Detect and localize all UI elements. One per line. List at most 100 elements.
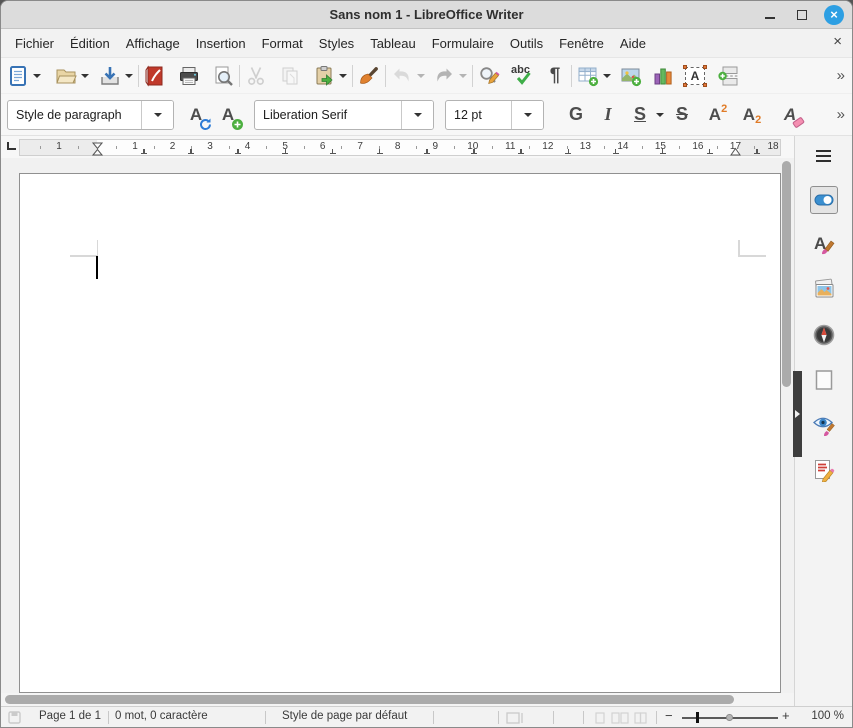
save-icon (99, 65, 121, 87)
font-name-combobox[interactable]: Liberation Serif (254, 100, 434, 130)
vertical-scrollbar-thumb[interactable] (782, 161, 791, 387)
paragraph-style-dropdown[interactable] (141, 101, 173, 129)
menu-item-6[interactable]: Tableau (362, 32, 424, 55)
cut-button[interactable] (243, 63, 269, 89)
tab-stop-selector[interactable] (5, 140, 18, 153)
undo-dropdown[interactable] (415, 63, 427, 89)
sidebar-settings-button[interactable] (810, 142, 838, 170)
sidebar-tab-gallery[interactable] (810, 275, 838, 303)
chevron-down-icon (125, 74, 133, 78)
paste-button[interactable] (311, 63, 337, 89)
menu-item-7[interactable]: Formulaire (424, 32, 502, 55)
toolbar-overflow-button[interactable]: » (829, 67, 852, 84)
menu-item-1[interactable]: Édition (62, 32, 118, 55)
minimize-button[interactable] (760, 5, 780, 25)
save-button[interactable] (97, 63, 123, 89)
sidebar-tab-properties[interactable] (810, 186, 838, 214)
bold-button[interactable]: G (562, 100, 590, 130)
sidebar-hide-button[interactable] (793, 371, 802, 457)
page-style[interactable]: Style de page par défaut (282, 710, 407, 722)
redo-button[interactable] (431, 63, 457, 89)
horizontal-scrollbar[interactable] (1, 693, 794, 706)
close-document-button[interactable]: × (833, 34, 842, 49)
open-dropdown[interactable] (79, 63, 91, 89)
insert-table-dropdown[interactable] (601, 63, 613, 89)
save-dropdown[interactable] (123, 63, 135, 89)
word-count[interactable]: 0 mot, 0 caractère (115, 710, 208, 722)
ruler-tick (717, 146, 718, 149)
insert-image-button[interactable] (618, 63, 644, 89)
sidebar-tab-navigator[interactable] (810, 321, 838, 349)
horizontal-scrollbar-thumb[interactable] (5, 695, 734, 704)
page-view-layout-icons[interactable] (595, 712, 647, 724)
underline-button[interactable]: S (626, 100, 654, 130)
find-replace-button[interactable] (476, 63, 502, 89)
horizontal-ruler[interactable]: 1123456789101112131415161718 (19, 139, 781, 156)
menu-item-2[interactable]: Affichage (118, 32, 188, 55)
clone-formatting-button[interactable] (356, 63, 382, 89)
print-button[interactable] (176, 63, 202, 89)
document-page[interactable] (19, 173, 781, 693)
menu-item-0[interactable]: Fichier (7, 32, 62, 55)
font-name-dropdown[interactable] (401, 101, 433, 129)
italic-button[interactable]: I (594, 100, 622, 130)
copy-button[interactable] (277, 63, 303, 89)
insert-textbox-button[interactable]: A (682, 63, 708, 89)
menu-item-3[interactable]: Insertion (188, 32, 254, 55)
titlebar[interactable]: Sans nom 1 - LibreOffice Writer × (1, 1, 852, 29)
window-controls: × (760, 1, 844, 29)
zoom-slider-notch (726, 714, 733, 721)
toolbar-overflow-button[interactable]: » (829, 106, 852, 123)
paste-dropdown[interactable] (337, 63, 349, 89)
menu-item-10[interactable]: Aide (612, 32, 654, 55)
update-style-button[interactable]: A (182, 100, 210, 130)
zoom-out-button[interactable]: − (665, 708, 673, 723)
indent-marker-right[interactable] (730, 147, 741, 156)
open-button[interactable] (53, 63, 79, 89)
paragraph-style-combobox[interactable]: Style de paragraph (7, 100, 174, 130)
sidebar-tab-style-inspector[interactable] (810, 411, 838, 439)
print-preview-button[interactable] (210, 63, 236, 89)
new-style-button[interactable]: A (214, 100, 242, 130)
ruler-tick (229, 146, 230, 149)
indent-marker-left[interactable] (92, 142, 103, 156)
menu-item-4[interactable]: Format (254, 32, 311, 55)
strikethrough-button[interactable]: S (668, 100, 696, 130)
maximize-button[interactable] (792, 5, 812, 25)
ruler-tick (642, 146, 643, 149)
redo-dropdown[interactable] (457, 63, 469, 89)
sidebar-tab-styles[interactable]: A (810, 230, 838, 258)
menu-item-8[interactable]: Outils (502, 32, 551, 55)
ruler-tick (78, 146, 79, 149)
clear-formatting-button[interactable]: A (776, 100, 804, 130)
sidebar-tab-page[interactable] (810, 366, 838, 394)
insert-page-break-button[interactable] (716, 63, 742, 89)
font-size-dropdown[interactable] (511, 101, 543, 129)
selection-mode-icon[interactable] (506, 712, 524, 724)
page-info[interactable]: Page 1 de 1 (39, 710, 101, 722)
cut-icon (245, 65, 267, 87)
new-document-dropdown[interactable] (31, 63, 43, 89)
zoom-level[interactable]: 100 % (811, 710, 844, 722)
spelling-button[interactable]: abc (509, 63, 535, 89)
menu-item-5[interactable]: Styles (311, 32, 362, 55)
undo-button[interactable] (389, 63, 415, 89)
text-boundary-corner-top-left (97, 240, 99, 256)
formatting-marks-button[interactable]: ¶ (542, 63, 568, 89)
zoom-slider-handle[interactable] (696, 712, 699, 723)
ruler-tick (116, 146, 117, 149)
paragraph-style-value: Style de paragraph (8, 108, 141, 122)
insert-chart-button[interactable] (650, 63, 676, 89)
new-document-button[interactable] (5, 63, 31, 89)
vertical-scrollbar[interactable] (782, 159, 791, 692)
export-pdf-button[interactable] (142, 63, 168, 89)
insert-table-button[interactable] (575, 63, 601, 89)
superscript-button[interactable]: A2 (704, 100, 732, 130)
font-size-combobox[interactable]: 12 pt (445, 100, 544, 130)
zoom-in-button[interactable]: + (782, 708, 790, 723)
underline-dropdown[interactable] (654, 102, 666, 128)
close-button[interactable]: × (824, 5, 844, 25)
sidebar-tab-manage-changes[interactable] (810, 456, 838, 484)
subscript-button[interactable]: A2 (738, 100, 766, 130)
menu-item-9[interactable]: Fenêtre (551, 32, 612, 55)
